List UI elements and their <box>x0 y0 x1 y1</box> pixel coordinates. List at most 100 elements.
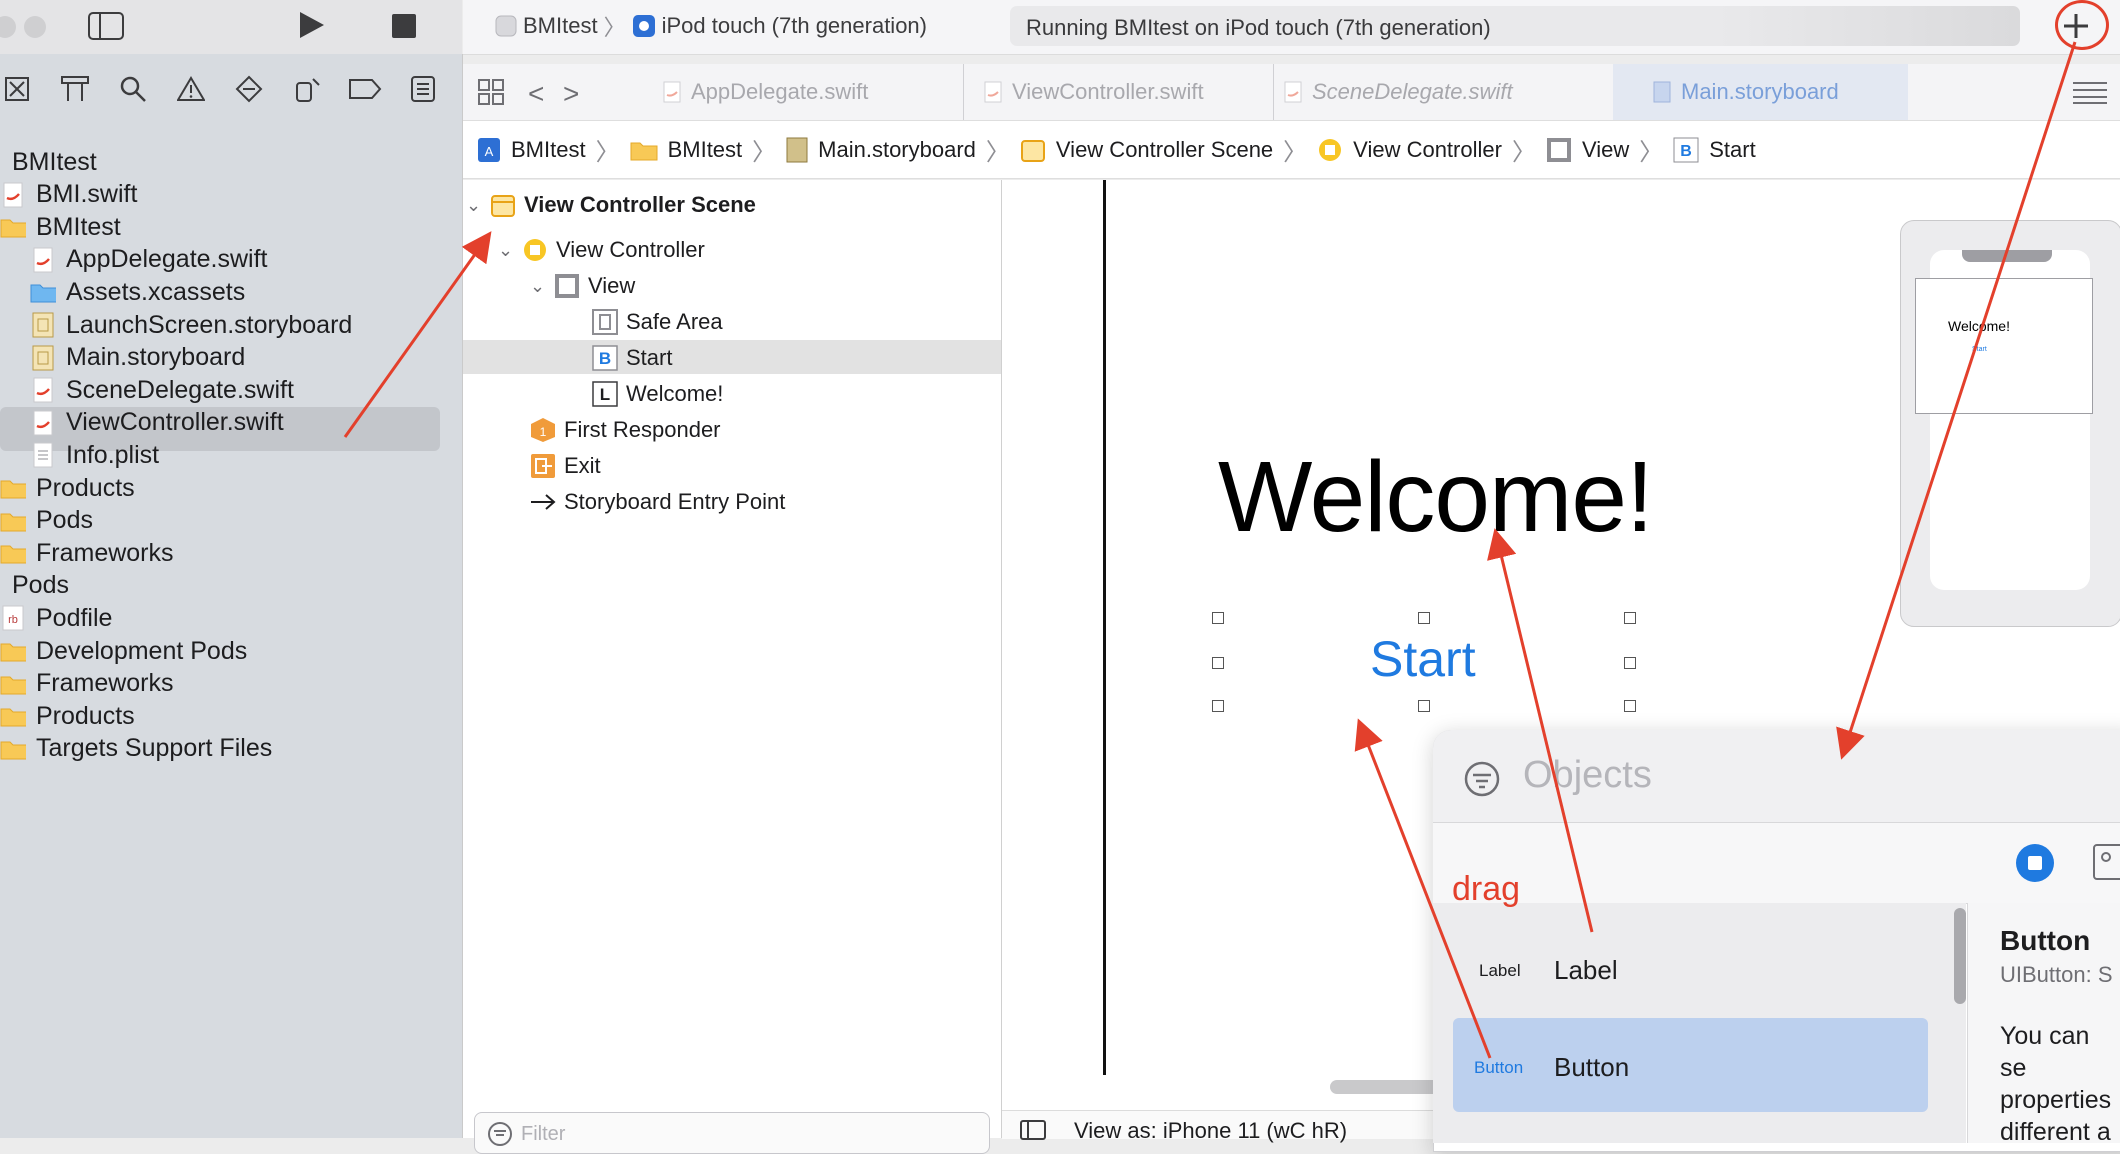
resize-handle[interactable] <box>1624 657 1636 669</box>
tab-label: Main.storyboard <box>1681 79 1839 104</box>
outline-scene[interactable]: ⌄ View Controller Scene <box>466 187 756 223</box>
debug-icon[interactable] <box>282 69 332 109</box>
resize-handle[interactable] <box>1624 612 1636 624</box>
svg-text:B: B <box>1680 143 1692 160</box>
sidebar-item-label: Products <box>36 473 135 502</box>
report-icon[interactable] <box>398 69 448 109</box>
navigator-close-icon[interactable] <box>0 69 42 109</box>
test-diamond-icon[interactable] <box>224 69 274 109</box>
outline-entry-point[interactable]: Storyboard Entry Point <box>530 484 785 520</box>
resize-handle[interactable] <box>1212 612 1224 624</box>
library-scrollbar[interactable] <box>1954 908 1966 1004</box>
stop-icon[interactable] <box>392 14 416 38</box>
view-controller-icon <box>1317 137 1343 163</box>
breakpoint-icon[interactable] <box>340 69 390 109</box>
outline-selection <box>463 340 1001 374</box>
library-search-field[interactable]: Objects <box>1523 754 1652 797</box>
tab-main-storyboard[interactable]: Main.storyboard <box>1613 64 1908 120</box>
device-icon <box>632 14 656 38</box>
first-responder-icon: 1 <box>530 417 556 443</box>
breadcrumb-label: BMItest <box>511 136 586 162</box>
breadcrumb-item[interactable]: View <box>1546 137 1629 163</box>
hierarchy-icon[interactable] <box>50 69 100 109</box>
resize-handle[interactable] <box>1418 612 1430 624</box>
breadcrumb-item[interactable]: Main.storyboard <box>786 137 976 163</box>
run-icon[interactable] <box>298 10 326 40</box>
tab-viewcontroller[interactable]: ViewController.swift <box>963 64 1254 120</box>
outline-label: Storyboard Entry Point <box>564 489 786 514</box>
breadcrumb-item[interactable]: B Start <box>1673 137 1756 163</box>
folder-icon <box>0 671 26 697</box>
breadcrumb-item[interactable]: BMItest <box>630 137 742 163</box>
breadcrumb-item[interactable]: View Controller <box>1317 137 1502 163</box>
filter-icon <box>487 1121 513 1147</box>
outline-first-responder[interactable]: 1 First Responder <box>530 412 721 448</box>
resize-handle[interactable] <box>1624 700 1636 712</box>
warning-icon[interactable] <box>166 69 216 109</box>
sidebar-item-label: Frameworks <box>36 538 174 567</box>
grid-icon[interactable] <box>477 78 505 106</box>
resize-handle[interactable] <box>1212 657 1224 669</box>
library-item-button[interactable]: Button <box>1554 1052 1629 1083</box>
breadcrumb-label: View Controller Scene <box>1055 136 1274 162</box>
chevron-down-icon: ⌄ <box>466 194 482 215</box>
chevron-down-icon: ⌄ <box>530 275 546 296</box>
outline-filter-field[interactable]: Filter <box>474 1112 990 1154</box>
scheme-selector[interactable]: BMItest 〉 iPod touch (7th generation) <box>495 10 927 42</box>
sidebar-item-label: Pods <box>12 571 69 600</box>
outline-view-controller[interactable]: ⌄ View Controller <box>498 232 705 268</box>
library-item-label[interactable]: Label <box>1554 955 1618 986</box>
sidebar-item-label: BMItest <box>12 147 97 176</box>
welcome-label[interactable]: Welcome! <box>1218 440 1654 555</box>
swift-file-icon <box>663 81 681 103</box>
outline-safe-area[interactable]: Safe Area <box>592 304 723 340</box>
canvas-scrollbar[interactable] <box>1330 1080 1450 1094</box>
breadcrumb-item[interactable]: View Controller Scene <box>1020 137 1273 163</box>
objects-tab-icon[interactable] <box>2015 843 2055 883</box>
view-icon <box>554 273 580 299</box>
start-button[interactable]: Start <box>1370 630 1476 688</box>
folder-icon <box>0 508 26 534</box>
search-icon[interactable] <box>108 69 158 109</box>
outline-label: Exit <box>564 453 601 478</box>
chevron-right-icon: 〉 <box>1283 139 1308 166</box>
sidebar-item-label: Products <box>36 701 135 730</box>
folder-icon <box>0 475 26 501</box>
outline-welcome[interactable]: L Welcome! <box>592 376 723 412</box>
resize-handle[interactable] <box>1418 700 1430 712</box>
tab-label: AppDelegate.swift <box>691 79 869 104</box>
scheme-name: BMItest <box>523 13 598 38</box>
sidebar-toggle-icon[interactable] <box>88 12 124 40</box>
detail-subtitle: UIButton: S <box>2000 962 2113 987</box>
outline-view[interactable]: ⌄ View <box>530 268 635 304</box>
chevron-right-icon: 〉 <box>985 139 1010 166</box>
breadcrumb-item[interactable]: A BMItest <box>477 137 586 163</box>
back-chevron-icon[interactable]: < <box>528 78 544 110</box>
detail-title: Button <box>2000 925 2091 956</box>
device-frame-icon[interactable] <box>1020 1120 1046 1140</box>
tab-scenedelegate[interactable]: SceneDelegate.swift <box>1273 64 1524 120</box>
resize-handle[interactable] <box>1212 700 1224 712</box>
swift-file-icon <box>30 377 56 403</box>
storyboard-file-icon <box>786 137 808 163</box>
svg-text:1: 1 <box>540 425 547 439</box>
sidebar-item-label: Main.storyboard <box>66 343 246 372</box>
chevron-right-icon: 〉 <box>1639 139 1664 166</box>
outline-exit[interactable]: Exit <box>530 448 601 484</box>
media-tab-icon[interactable] <box>2092 843 2120 883</box>
sidebar-item[interactable]: Targets Support Files <box>0 729 272 769</box>
sidebar-item-label: BMItest <box>36 212 121 241</box>
sidebar-item-label: AppDelegate.swift <box>66 245 268 274</box>
window-minimize-button[interactable] <box>24 16 46 38</box>
swift-file-icon <box>30 410 56 436</box>
forward-chevron-icon[interactable]: > <box>563 78 579 110</box>
editor-options-icon[interactable] <box>2073 80 2107 104</box>
outline-start[interactable]: B Start <box>592 340 672 376</box>
view-as-label[interactable]: View as: iPhone 11 (wC hR) <box>1074 1118 1347 1144</box>
app-target-icon <box>495 15 517 37</box>
chevron-right-icon: 〉 <box>1511 139 1536 166</box>
minimap-start-text: Start <box>1972 346 1987 353</box>
outline-label: First Responder <box>564 417 721 442</box>
exit-icon <box>530 453 556 479</box>
tab-appdelegate[interactable]: AppDelegate.swift <box>663 64 923 120</box>
